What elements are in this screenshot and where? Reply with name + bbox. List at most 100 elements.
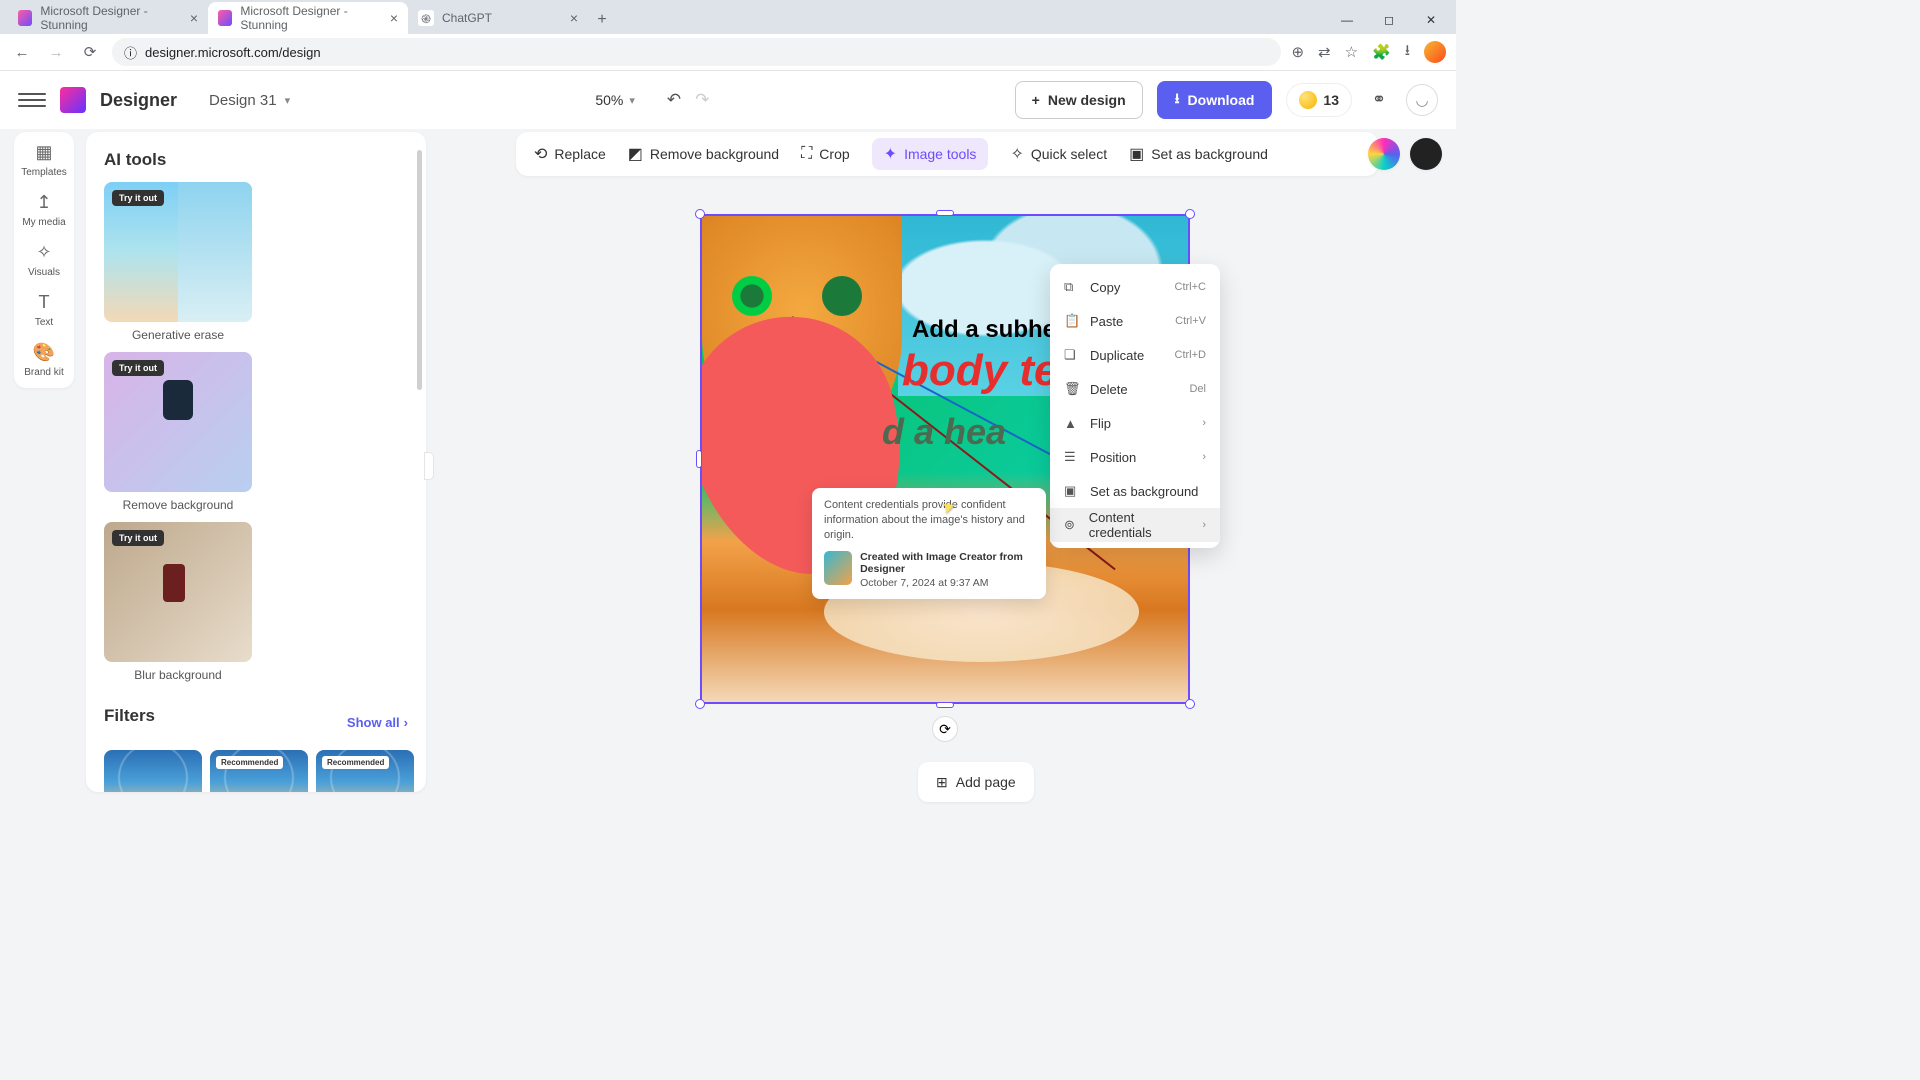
add-page-button[interactable]: ⊞ Add page	[918, 762, 1034, 802]
selection-handle-nw[interactable]	[695, 209, 705, 219]
tab-close-icon[interactable]: ×	[190, 10, 198, 26]
quick-select-button[interactable]: ✧Quick select	[1010, 144, 1107, 164]
ai-thumb: Try it out	[104, 352, 252, 492]
toolbar-label: Crop	[819, 146, 849, 162]
tab-2-active[interactable]: Microsoft Designer - Stunning ×	[208, 2, 408, 34]
selection-handle-n[interactable]	[936, 210, 954, 216]
trash-icon: 🗑	[1064, 381, 1080, 397]
filter-normal[interactable]: Normal	[104, 750, 202, 792]
filter-punch[interactable]: RecommendedPunch	[210, 750, 308, 792]
menu-label: Position	[1090, 450, 1136, 465]
new-design-button[interactable]: + New design	[1015, 81, 1143, 119]
crop-button[interactable]: ⛶Crop	[801, 145, 850, 163]
account-icon[interactable]: ◡	[1406, 84, 1438, 116]
tab-3[interactable]: ֎ ChatGPT ×	[408, 2, 588, 34]
menu-set-as-background[interactable]: ▣Set as background	[1050, 474, 1220, 508]
menu-paste[interactable]: 📋PasteCtrl+V	[1050, 304, 1220, 338]
selection-handle-s[interactable]	[936, 702, 954, 708]
scrollbar-thumb[interactable]	[417, 150, 422, 390]
menu-content-credentials[interactable]: ⊚Content credentials›	[1050, 508, 1220, 542]
close-window-icon[interactable]: ✕	[1412, 6, 1450, 34]
credits-value: 13	[1323, 92, 1339, 108]
new-design-label: New design	[1048, 92, 1126, 108]
selection-handle-se[interactable]	[1185, 699, 1195, 709]
chevron-right-icon: ›	[1202, 417, 1206, 429]
design-name-selector[interactable]: Design 31 ▾	[209, 92, 290, 109]
omnibox[interactable]: ⓘ designer.microsoft.com/design	[112, 38, 1281, 66]
translate-icon[interactable]: ⇄	[1318, 43, 1331, 61]
tab-1[interactable]: Microsoft Designer - Stunning ×	[8, 2, 208, 34]
install-app-icon[interactable]: ⊕	[1291, 43, 1304, 61]
rotate-handle[interactable]: ⟳	[932, 716, 958, 742]
forward-icon: →	[44, 40, 68, 64]
tab-strip: Microsoft Designer - Stunning × Microsof…	[0, 0, 1456, 34]
minimize-icon[interactable]: —	[1328, 6, 1366, 34]
ai-card-blur-background[interactable]: Try it out Blur background	[104, 522, 252, 682]
selection-handle-sw[interactable]	[695, 699, 705, 709]
ai-card-generative-erase[interactable]: Try it out Generative erase	[104, 182, 252, 342]
menu-flip[interactable]: ▲Flip›	[1050, 406, 1220, 440]
menu-label: Copy	[1090, 280, 1120, 295]
ai-tools-grid: Try it out Generative erase Try it out R…	[104, 182, 408, 682]
downloads-icon[interactable]: ⭳	[1405, 40, 1410, 65]
browser-chrome: Microsoft Designer - Stunning × Microsof…	[0, 0, 1456, 71]
image-tools-button[interactable]: ✦Image tools	[872, 138, 989, 170]
show-all-label: Show all	[347, 715, 400, 730]
rail-my-media[interactable]: ↥My media	[14, 192, 74, 228]
show-all-link[interactable]: Show all›	[347, 715, 408, 730]
maximize-icon[interactable]: ◻	[1370, 6, 1408, 34]
rail-brand-kit[interactable]: 🎨Brand kit	[14, 342, 74, 378]
download-label: Download	[1188, 92, 1255, 108]
canvas-heading-text: d a hea	[882, 411, 1006, 453]
rail-label: Brand kit	[24, 367, 63, 378]
templates-icon: ▦	[35, 142, 52, 163]
menu-delete[interactable]: 🗑DeleteDel	[1050, 372, 1220, 406]
copy-icon: ⧉	[1064, 279, 1080, 295]
tab-close-icon[interactable]: ×	[570, 10, 578, 26]
rail-templates[interactable]: ▦Templates	[14, 142, 74, 178]
download-button[interactable]: ⭳ Download	[1157, 81, 1273, 119]
tab-label: Microsoft Designer - Stunning	[240, 4, 381, 32]
paste-icon: 📋	[1064, 313, 1080, 329]
ai-card-remove-background[interactable]: Try it out Remove background	[104, 352, 252, 512]
remove-background-button[interactable]: ◩Remove background	[628, 144, 779, 164]
rail-visuals[interactable]: ✧Visuals	[14, 242, 74, 278]
designer-logo-icon	[60, 87, 86, 113]
filters-heading: Filters	[104, 706, 155, 726]
extensions-icon[interactable]: 🧩	[1372, 43, 1391, 61]
color-picker-icon[interactable]	[1368, 138, 1400, 170]
dark-fill-icon[interactable]	[1410, 138, 1442, 170]
toolbar-label: Replace	[554, 146, 605, 162]
window-controls: — ◻ ✕	[1328, 6, 1456, 34]
undo-icon[interactable]: ↶	[667, 90, 681, 110]
menu-icon[interactable]	[18, 86, 46, 114]
filter-calm[interactable]: RecommendedCalm	[316, 750, 414, 792]
download-icon: ⭳	[1175, 88, 1180, 112]
bookmark-icon[interactable]: ☆	[1345, 43, 1358, 61]
zoom-selector[interactable]: 50% ▾	[595, 92, 635, 108]
rail-label: My media	[22, 217, 65, 228]
site-info-icon[interactable]: ⓘ	[124, 43, 137, 62]
canvas-subheading-text: Add a subhe	[912, 316, 1056, 344]
selection-handle-w[interactable]	[696, 450, 702, 468]
new-tab-button[interactable]: +	[588, 6, 616, 34]
app-name: Designer	[100, 90, 177, 111]
menu-position[interactable]: ☰Position›	[1050, 440, 1220, 474]
credits-pill[interactable]: 13	[1286, 83, 1352, 117]
tab-close-icon[interactable]: ×	[390, 10, 398, 26]
ai-label: Remove background	[104, 498, 252, 512]
reload-icon[interactable]: ⟳	[78, 40, 102, 64]
panel-collapse-handle[interactable]	[424, 452, 434, 480]
menu-duplicate[interactable]: ❏DuplicateCtrl+D	[1050, 338, 1220, 372]
menu-copy[interactable]: ⧉CopyCtrl+C	[1050, 270, 1220, 304]
menu-label: Duplicate	[1090, 348, 1144, 363]
menu-shortcut: Ctrl+D	[1175, 349, 1206, 361]
selection-handle-ne[interactable]	[1185, 209, 1195, 219]
replace-button[interactable]: ⟲Replace	[534, 144, 606, 164]
undo-redo: ↶ ↷	[667, 90, 710, 110]
set-as-background-button[interactable]: ▣Set as background	[1129, 144, 1268, 164]
share-icon[interactable]: ⚭	[1366, 87, 1392, 113]
back-icon[interactable]: ←	[10, 40, 34, 64]
profile-avatar-icon[interactable]	[1424, 41, 1446, 63]
rail-text[interactable]: TText	[14, 292, 74, 328]
